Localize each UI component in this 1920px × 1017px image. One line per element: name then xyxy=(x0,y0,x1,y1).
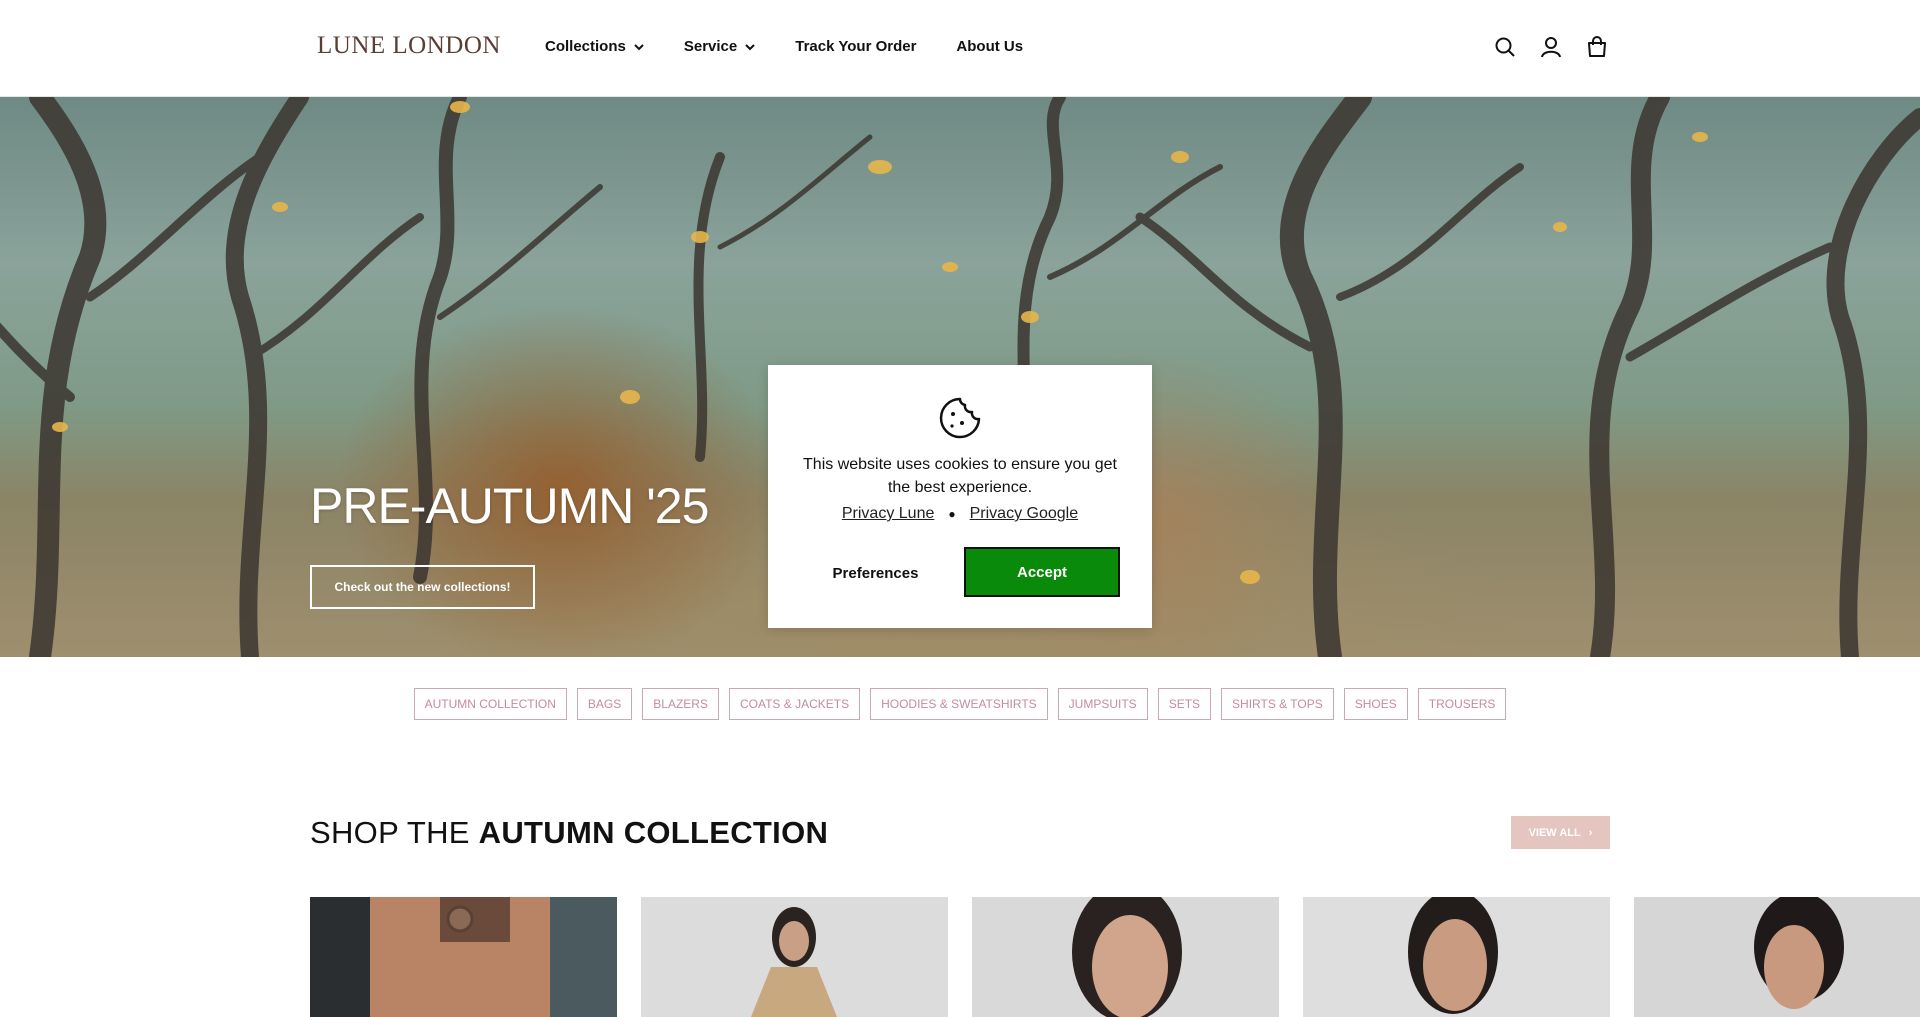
hero-cta-button[interactable]: Check out the new collections! xyxy=(310,565,535,609)
product-card[interactable] xyxy=(310,897,617,1017)
product-image xyxy=(641,897,948,1017)
chevron-down-icon xyxy=(634,43,644,50)
privacy-google-link[interactable]: Privacy Google xyxy=(970,505,1079,523)
product-image xyxy=(1634,897,1920,1017)
logo[interactable]: LUNE LONDON xyxy=(317,32,501,60)
product-card[interactable] xyxy=(641,897,948,1017)
cookie-banner: This website uses cookies to ensure you … xyxy=(768,365,1152,628)
category-chip[interactable]: TROUSERS xyxy=(1417,688,1507,720)
category-chip[interactable]: AUTUMN COLLECTION xyxy=(413,688,567,720)
main-nav: Collections Service Track Your Order Abo… xyxy=(545,38,1063,55)
section-title-light: SHOP THE xyxy=(310,815,479,850)
site-header: LUNE LONDON Collections Service Track Yo… xyxy=(0,0,1920,97)
view-all-button[interactable]: VIEW ALL › xyxy=(1511,816,1610,849)
nav-service-label: Service xyxy=(683,38,738,55)
header-icons xyxy=(1494,36,1608,58)
nav-track-order-label: Track Your Order xyxy=(795,38,917,55)
cart-icon[interactable] xyxy=(1586,36,1608,58)
preferences-button[interactable]: Preferences xyxy=(798,549,953,597)
view-all-label: VIEW ALL xyxy=(1528,826,1581,839)
category-chip[interactable]: BAGS xyxy=(576,688,633,720)
product-card[interactable] xyxy=(972,897,1279,1017)
separator-dot: ● xyxy=(948,507,956,521)
chevron-down-icon xyxy=(745,43,755,50)
category-chip[interactable]: JUMPSUITS xyxy=(1057,688,1148,720)
product-grid xyxy=(310,897,1920,1017)
product-card[interactable] xyxy=(1634,897,1920,1017)
category-chip[interactable]: HOODIES & SWEATSHIRTS xyxy=(870,688,1048,720)
category-chip[interactable]: BLAZERS xyxy=(642,688,719,720)
nav-track-order[interactable]: Track Your Order xyxy=(795,38,916,55)
product-image xyxy=(1303,897,1610,1017)
category-chips: AUTUMN COLLECTION BAGS BLAZERS COATS & J… xyxy=(0,688,1920,720)
product-card[interactable] xyxy=(1303,897,1610,1017)
cookie-icon xyxy=(939,397,981,439)
nav-about-us-label: About Us xyxy=(956,38,1024,55)
product-image xyxy=(310,897,617,1017)
privacy-lune-link[interactable]: Privacy Lune xyxy=(842,505,935,523)
category-chip[interactable]: COATS & JACKETS xyxy=(728,688,861,720)
cookie-links: Privacy Lune ● Privacy Google xyxy=(768,505,1152,523)
cookie-message: This website uses cookies to ensure you … xyxy=(803,456,1117,496)
search-icon[interactable] xyxy=(1494,36,1516,58)
product-image xyxy=(972,897,1279,1017)
category-chip[interactable]: SETS xyxy=(1157,688,1212,720)
account-icon[interactable] xyxy=(1540,36,1562,58)
accept-button[interactable]: Accept xyxy=(964,547,1120,597)
category-chip[interactable]: SHIRTS & TOPS xyxy=(1221,688,1334,720)
section-title-bold: AUTUMN COLLECTION xyxy=(478,815,829,850)
category-chip[interactable]: SHOES xyxy=(1343,688,1408,720)
chevron-right-icon: › xyxy=(1588,826,1593,839)
nav-about-us[interactable]: About Us xyxy=(956,38,1023,55)
section-title: SHOP THE AUTUMN COLLECTION xyxy=(310,815,828,851)
nav-collections[interactable]: Collections xyxy=(545,38,644,55)
nav-service[interactable]: Service xyxy=(684,38,755,55)
hero-title: PRE-AUTUMN '25 xyxy=(310,478,709,534)
nav-collections-label: Collections xyxy=(545,38,626,55)
